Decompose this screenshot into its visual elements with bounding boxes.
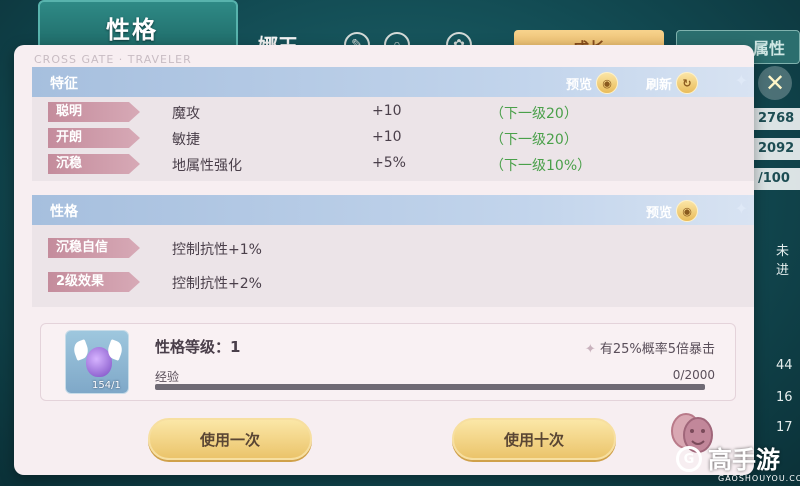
panel-subtitle: CROSS GATE · TRAVELER [34, 53, 192, 66]
refresh-icon: ↻ [676, 72, 699, 94]
star-icon: ✦ [584, 342, 596, 357]
exp-label: 经验 [155, 370, 180, 384]
watermark-text: 高手游 [708, 446, 780, 474]
crit-info: ✦ 有25%概率5倍暴击 [585, 338, 715, 357]
trait-tag: 聪明 [48, 102, 140, 122]
traits-header: 特征 预览 ◉ 刷新 ↻ ✦ [32, 67, 754, 97]
trait-next-level: （下一级20） [490, 132, 578, 148]
refresh-button[interactable]: 刷新 ↻ [646, 72, 699, 94]
refresh-label: 刷新 [646, 77, 673, 93]
close-icon: ✕ [764, 69, 786, 97]
personality-header: 性格 预览 ◉ ✦ [32, 195, 754, 225]
eye-icon: ◉ [676, 200, 699, 222]
traits-preview-button[interactable]: 预览 ◉ [566, 72, 619, 94]
stat-value: /100 [754, 168, 800, 190]
traits-section: 特征 预览 ◉ 刷新 ↻ ✦ 聪明 魔攻 +10 （下一级20） 开朗 敏捷 +… [32, 67, 754, 181]
exp-progress-bar [155, 384, 705, 390]
watermark-url: GAOSHOUYOU.COM [718, 474, 800, 483]
preview-label: 预览 [566, 77, 593, 93]
sparkle-icon: ✦ [734, 71, 748, 90]
trait-next-level: （下一级20） [490, 106, 578, 122]
personality-preview-button[interactable]: 预览 ◉ [646, 200, 699, 222]
trait-tag: 开朗 [48, 128, 140, 148]
use-ten-button[interactable]: 使用十次 [452, 418, 616, 460]
personality-effect: 控制抗性+1% [172, 242, 262, 258]
trait-value: +5% [372, 155, 406, 171]
side-text: 16 [776, 390, 793, 405]
personality-tag: 2级效果 [48, 272, 140, 292]
close-button[interactable]: ✕ [758, 66, 792, 100]
crit-text: 有25%概率5倍暴击 [599, 342, 715, 357]
side-text: 44 [776, 358, 793, 373]
personality-tag: 沉稳自信 [48, 238, 140, 258]
item-count: 154/1 [92, 380, 121, 391]
preview-label: 预览 [646, 205, 673, 221]
personality-row: 沉稳自信 控制抗性+1% [32, 237, 754, 259]
personality-level: 性格等级：1 [155, 338, 241, 356]
trait-row: 沉稳 地属性强化 +5% （下一级10%） [32, 153, 754, 175]
trait-attribute: 敏捷 [172, 132, 200, 148]
stat-value: 2092 [754, 138, 800, 160]
side-text: 17 [776, 420, 793, 435]
personality-row: 2级效果 控制抗性+2% [32, 271, 754, 293]
personality-title: 性格 [50, 204, 78, 220]
potion-item-slot[interactable]: 154/1 [65, 330, 129, 394]
trait-tag: 沉稳 [48, 154, 140, 174]
trait-value: +10 [372, 103, 402, 119]
trait-value: +10 [372, 129, 402, 145]
personality-effect: 控制抗性+2% [172, 276, 262, 292]
watermark-logo-icon: G [676, 446, 702, 472]
stat-value: 2768 [754, 108, 800, 130]
level-card: 154/1 性格等级：1 ✦ 有25%概率5倍暴击 经验 0/2000 [40, 323, 736, 401]
trait-row: 开朗 敏捷 +10 （下一级20） [32, 127, 754, 149]
sparkle-icon: ✦ [734, 199, 748, 218]
personality-section: 性格 预览 ◉ ✦ 沉稳自信 控制抗性+1% 2级效果 控制抗性+2% [32, 195, 754, 307]
trait-next-level: （下一级10%） [490, 158, 592, 174]
traits-title: 特征 [50, 76, 78, 92]
eye-icon: ◉ [596, 72, 619, 94]
personality-panel: CROSS GATE · TRAVELER 特征 预览 ◉ 刷新 ↻ ✦ 聪明 … [14, 45, 754, 475]
background-title: 性格 [106, 16, 158, 44]
trait-attribute: 地属性强化 [172, 158, 242, 174]
exp-value: 0/2000 [672, 368, 715, 382]
trait-attribute: 魔攻 [172, 106, 200, 122]
trait-row: 聪明 魔攻 +10 （下一级20） [32, 101, 754, 123]
side-text: 未进 [776, 244, 790, 278]
use-once-button[interactable]: 使用一次 [148, 418, 312, 460]
